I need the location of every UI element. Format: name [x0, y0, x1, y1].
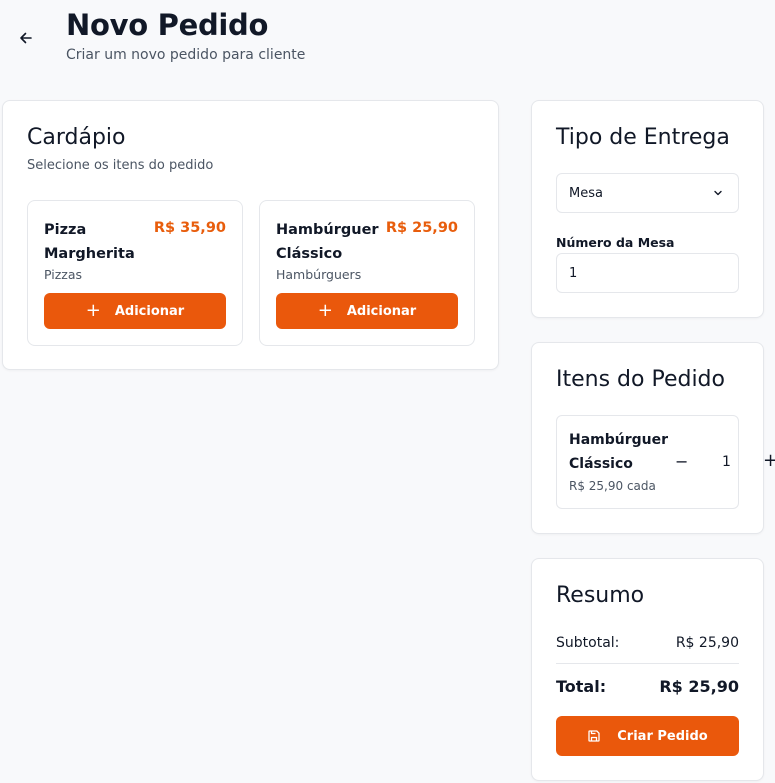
menu-subtitle: Selecione os itens do pedido — [27, 158, 214, 173]
menu-item-category: Pizzas — [44, 267, 83, 282]
summary-title: Resumo — [556, 583, 645, 608]
create-order-label: Criar Pedido — [617, 728, 708, 744]
delivery-type-value: Mesa — [569, 185, 603, 201]
plus-icon: + — [85, 300, 101, 321]
subtotal-label: Subtotal: — [556, 635, 620, 651]
menu-item-name: Pizza Margherita — [44, 222, 135, 262]
back-button[interactable] — [14, 26, 38, 50]
menu-item-name: Hambúrguer Clássico — [276, 222, 379, 262]
add-button-label: Adicionar — [346, 303, 417, 319]
save-icon — [588, 730, 600, 742]
menu-title: Cardápio — [27, 125, 126, 150]
page-title: Novo Pedido — [66, 8, 269, 42]
menu-item-category: Hambúrguers — [276, 267, 362, 282]
total-value: R$ 25,90 — [659, 677, 739, 696]
quantity-value: 1 — [722, 454, 731, 470]
plus-icon: + — [317, 300, 333, 321]
add-button-label: Adicionar — [114, 303, 185, 319]
delivery-title: Tipo de Entrega — [556, 125, 730, 150]
menu-item-price: R$ 35,90 — [153, 220, 226, 236]
delivery-type-select[interactable]: Mesa — [556, 173, 739, 213]
chevron-down-icon — [714, 190, 722, 196]
menu-item-card: Hambúrguer Clássico R$ 25,90 Hambúrguers… — [259, 200, 475, 346]
table-number-label: Número da Mesa — [556, 235, 675, 250]
menu-item-card: Pizza Margherita R$ 35,90 Pizzas + Adici… — [27, 200, 243, 346]
summary-card: Resumo Subtotal: R$ 25,90 Total: R$ 25,9… — [531, 558, 764, 781]
page-subtitle: Criar um novo pedido para cliente — [66, 47, 306, 63]
delivery-card: Tipo de Entrega Mesa Número da Mesa — [531, 100, 764, 318]
table-number-input[interactable] — [556, 253, 739, 293]
arrow-left-icon — [20, 32, 32, 44]
order-items-title: Itens do Pedido — [556, 367, 725, 392]
order-item-unit-price: R$ 25,90 cada — [569, 479, 656, 493]
menu-card: Cardápio Selecione os itens do pedido Pi… — [2, 100, 499, 370]
subtotal-value: R$ 25,90 — [675, 635, 739, 651]
order-items-card: Itens do Pedido Hambúrguer Clássico R$ 2… — [531, 342, 775, 534]
add-item-button[interactable]: + Adicionar — [44, 293, 226, 329]
order-item: Hambúrguer Clássico R$ 25,90 cada − 1 + — [556, 415, 775, 509]
menu-item-price: R$ 25,90 — [385, 220, 458, 236]
add-item-button[interactable]: + Adicionar — [276, 293, 458, 329]
subtotal-row: Subtotal: R$ 25,90 — [556, 635, 739, 651]
divider — [556, 663, 739, 664]
total-row: Total: R$ 25,90 — [556, 677, 739, 696]
order-item-name: Hambúrguer Clássico — [569, 432, 669, 472]
total-label: Total: — [556, 677, 607, 696]
create-order-button[interactable]: Criar Pedido — [556, 716, 739, 756]
decrease-quantity-button[interactable]: − — [675, 452, 688, 471]
increase-quantity-button[interactable]: + — [763, 450, 775, 471]
